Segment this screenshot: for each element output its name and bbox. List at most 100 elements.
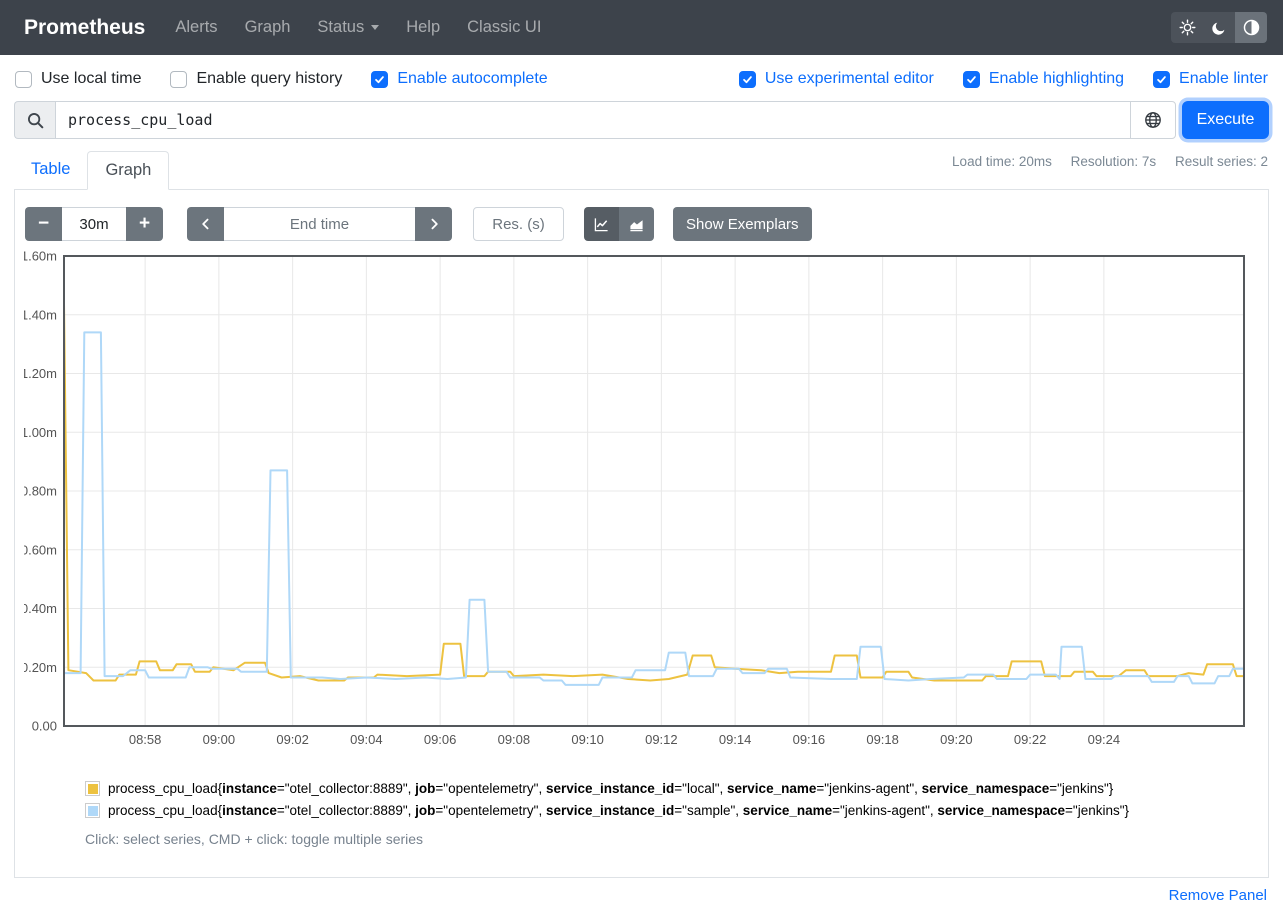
panel-footer: Remove Panel [0,887,1267,905]
show-exemplars-button[interactable]: Show Exemplars [673,207,812,241]
brand-prometheus[interactable]: Prometheus [24,16,145,40]
legend-label: process_cpu_load{instance="otel_collecto… [108,803,1129,818]
range-increase-button[interactable]: + [126,207,163,241]
options-right: Use experimental editor Enable highlighti… [739,70,1268,88]
x-axis-label: 09:18 [866,732,899,747]
search-icon [27,112,44,129]
checked-checkbox-icon[interactable] [371,71,388,88]
chart-svg: 0.000.20m0.40m0.60m0.80m1.00m1.20m1.40m1… [24,249,1248,752]
search-addon [14,101,55,139]
metrics-explorer-button[interactable] [1130,101,1176,139]
query-input[interactable] [55,101,1130,139]
chart-legend: process_cpu_load{instance="otel_collecto… [85,781,1259,818]
nav-item-alerts[interactable]: Alerts [175,18,217,37]
nav-links: Alerts Graph Status Help Classic UI [175,18,568,37]
nav-item-help[interactable]: Help [406,18,440,37]
legend-entry[interactable]: process_cpu_load{instance="otel_collecto… [85,781,1259,796]
theme-toggle-group [1171,12,1267,43]
checkbox-enable-linter[interactable]: Enable linter [1153,70,1268,88]
tab-table[interactable]: Table [14,151,87,189]
time-forward-button[interactable] [415,207,452,241]
tabs: Table Graph [14,151,1269,190]
x-axis-label: 09:02 [276,732,309,747]
legend-hint: Click: select series, CMD + click: toggl… [85,831,1259,847]
time-back-button[interactable] [187,207,224,241]
query-bar: Execute [14,101,1269,139]
x-axis-label: 09:24 [1088,732,1121,747]
globe-icon [1144,111,1162,129]
nav-item-graph[interactable]: Graph [245,18,291,37]
checked-checkbox-icon[interactable] [963,71,980,88]
legend-entry[interactable]: process_cpu_load{instance="otel_collecto… [85,803,1259,818]
sun-icon [1179,19,1196,36]
line-chart-button[interactable] [584,207,619,241]
x-axis-label: 09:10 [571,732,604,747]
range-group: − + [25,207,163,241]
y-axis-label: 0.00 [32,719,57,734]
navbar: Prometheus Alerts Graph Status Help Classic … [0,0,1283,55]
range-input[interactable] [62,207,126,241]
x-axis-label: 09:20 [940,732,973,747]
legend-swatch-icon [85,781,100,796]
x-axis-label: 09:12 [645,732,678,747]
end-time-input[interactable] [224,207,415,241]
execute-button[interactable]: Execute [1182,101,1269,139]
light-theme-button[interactable] [1171,12,1203,43]
chevron-left-icon [199,217,213,231]
circle-half-icon [1243,19,1260,36]
stacked-chart-button[interactable] [619,207,654,241]
y-axis-label: 1.00m [24,425,57,440]
x-axis-label: 09:06 [424,732,457,747]
x-axis-label: 09:22 [1014,732,1047,747]
end-time-group [187,207,452,241]
caret-down-icon [371,25,379,30]
checkbox-label: Enable query history [196,70,342,88]
y-axis-label: 0.40m [24,601,57,616]
chart-type-toggle [584,207,654,241]
checkbox-label: Use local time [41,70,141,88]
x-axis-label: 09:00 [203,732,236,747]
checkbox-enable-highlighting[interactable]: Enable highlighting [963,70,1124,88]
legend-label: process_cpu_load{instance="otel_collecto… [108,781,1113,796]
line-chart-icon [594,217,609,232]
remove-panel-link[interactable]: Remove Panel [1169,887,1267,904]
checked-checkbox-icon[interactable] [1153,71,1170,88]
y-axis-label: 0.20m [24,660,57,675]
unchecked-checkbox-icon[interactable] [170,71,187,88]
graph-controls: − + [25,207,1259,241]
checkbox-enable-autocomplete[interactable]: Enable autocomplete [371,70,547,88]
auto-theme-button[interactable] [1235,12,1267,43]
x-axis-label: 09:14 [719,732,752,747]
nav-item-status[interactable]: Status [317,18,379,37]
checkbox-use-local-time[interactable]: Use local time [15,70,141,88]
checkbox-enable-query-history[interactable]: Enable query history [170,70,342,88]
checked-checkbox-icon[interactable] [739,71,756,88]
checkbox-label: Enable autocomplete [397,70,547,88]
range-decrease-button[interactable]: − [25,207,62,241]
resolution-input[interactable] [473,207,564,241]
legend-swatch-icon [85,803,100,818]
moon-icon [1211,20,1227,36]
y-axis-label: 1.60m [24,249,57,264]
options-row: Use local time Enable query history Enable… [15,70,1268,88]
unchecked-checkbox-icon[interactable] [15,71,32,88]
y-axis-label: 0.60m [24,542,57,557]
tab-graph[interactable]: Graph [87,151,169,190]
dark-theme-button[interactable] [1203,12,1235,43]
panel-container: Table Graph − + [14,151,1269,878]
x-axis-label: 09:08 [498,732,531,747]
checkbox-label: Enable highlighting [989,70,1124,88]
x-axis-label: 08:58 [129,732,162,747]
checkbox-label: Enable linter [1179,70,1268,88]
y-axis-label: 1.20m [24,366,57,381]
options-left: Use local time Enable query history Enable… [15,70,548,88]
checkbox-label: Use experimental editor [765,70,934,88]
x-axis-label: 09:16 [793,732,826,747]
chevron-right-icon [427,217,441,231]
y-axis-label: 1.40m [24,307,57,322]
nav-item-classic-ui[interactable]: Classic UI [467,18,541,37]
graph-panel: − + [14,190,1269,878]
time-series-chart[interactable]: 0.000.20m0.40m0.60m0.80m1.00m1.20m1.40m1… [24,249,1259,757]
stacked-chart-icon [629,217,644,232]
checkbox-use-experimental-editor[interactable]: Use experimental editor [739,70,934,88]
